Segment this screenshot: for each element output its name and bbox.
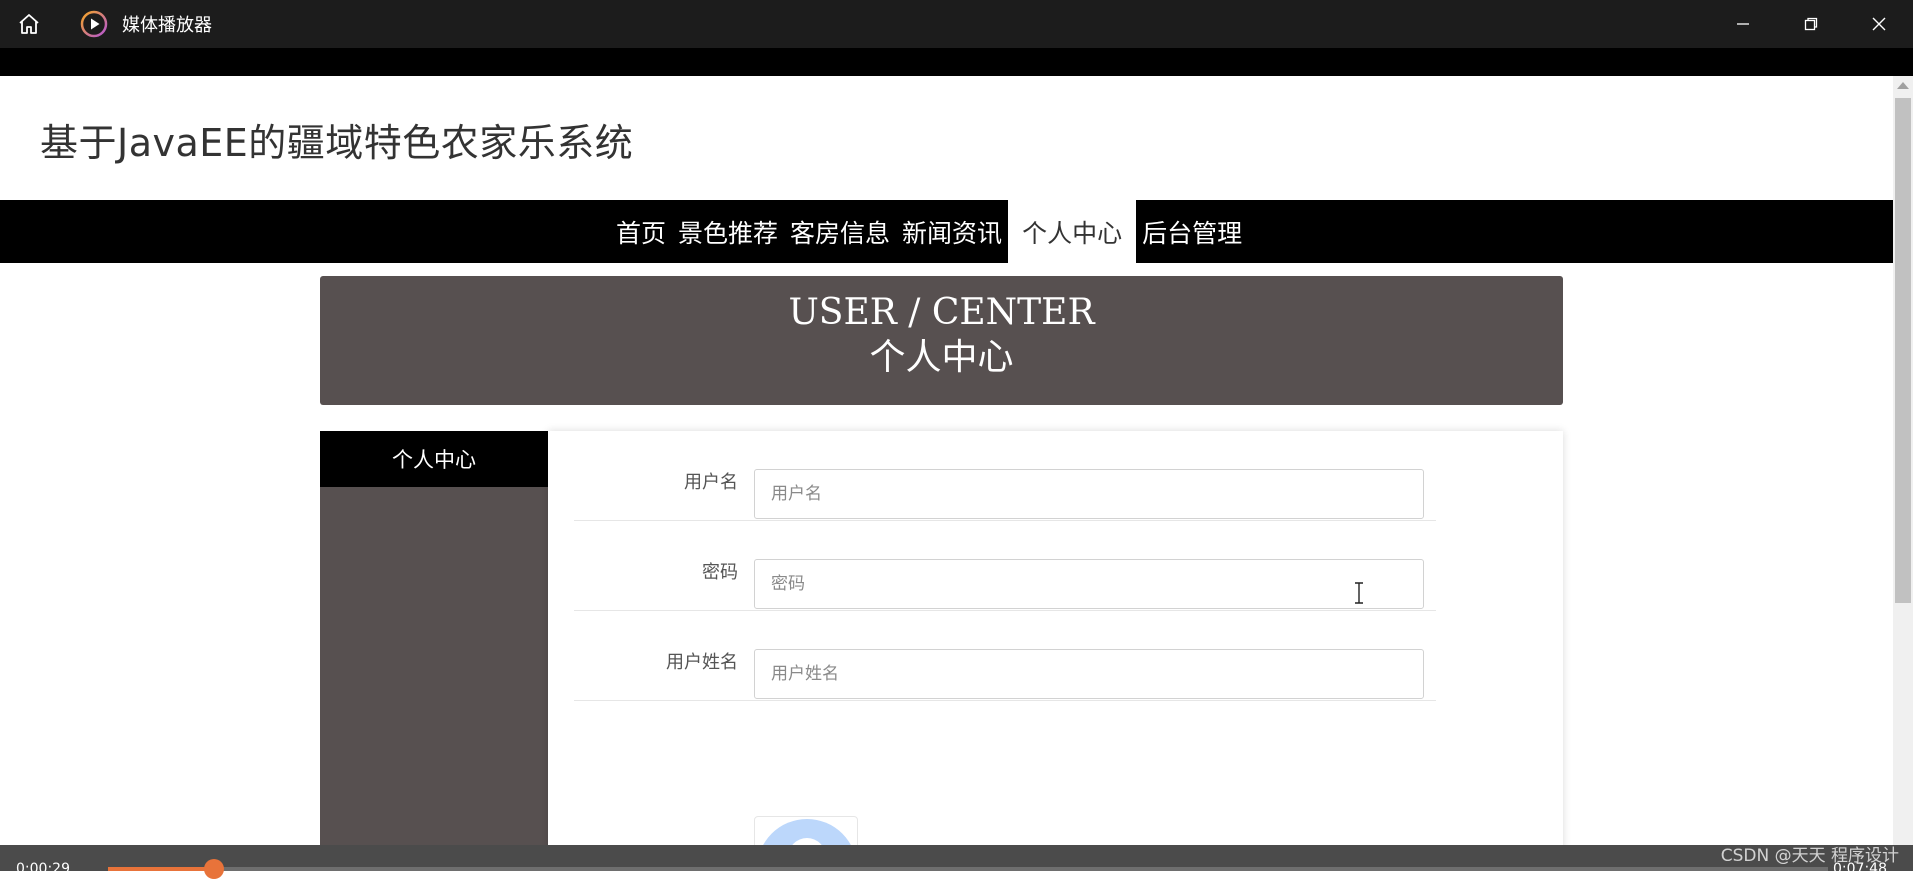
username-input[interactable] (754, 469, 1424, 519)
scrollbar-thumb[interactable] (1895, 98, 1911, 603)
nav-item-rooms[interactable]: 客房信息 (784, 200, 896, 263)
username-label: 用户名 (684, 472, 738, 493)
close-button[interactable] (1845, 0, 1913, 48)
app-title: 媒体播放器 (122, 15, 212, 36)
video-letterbox-top (0, 48, 1913, 76)
avatar-upload[interactable] (754, 816, 858, 845)
user-avatar-icon (763, 819, 851, 845)
nav-item-home[interactable]: 首页 (610, 200, 672, 263)
home-icon (19, 14, 39, 34)
seek-bar[interactable] (108, 859, 1828, 879)
watermark: CSDN @天天 程序设计 (1720, 846, 1899, 866)
page-banner: USER / CENTER 个人中心 (320, 276, 1563, 405)
fullname-input[interactable] (754, 649, 1424, 699)
close-icon (1872, 17, 1886, 31)
sidebar-item-user-center[interactable]: 个人中心 (320, 431, 548, 487)
fullname-label: 用户姓名 (666, 652, 738, 673)
main-navbar: 首页 景色推荐 客房信息 新闻资讯 个人中心 后台管理 (0, 200, 1893, 263)
minimize-icon (1737, 23, 1749, 25)
nav-items: 首页 景色推荐 客房信息 新闻资讯 个人中心 后台管理 (610, 200, 1248, 263)
media-player-titlebar: 媒体播放器 (0, 0, 1913, 48)
minimize-button[interactable] (1709, 0, 1777, 48)
play-circle-icon (80, 10, 108, 38)
seek-handle[interactable] (204, 859, 225, 879)
nav-item-user-center[interactable]: 个人中心 (1008, 200, 1137, 263)
nav-item-scenery[interactable]: 景色推荐 (672, 200, 784, 263)
restore-icon (1804, 17, 1818, 31)
nav-item-news[interactable]: 新闻资讯 (896, 200, 1008, 263)
window-controls (1709, 0, 1913, 48)
form-row-username: 用户名 (574, 431, 1436, 521)
user-sidebar: 个人中心 (320, 431, 548, 845)
media-controls: 0:00:29 0:07:48 (0, 845, 1913, 879)
text-cursor-icon (1355, 582, 1363, 604)
password-label: 密码 (702, 562, 738, 583)
password-input[interactable] (754, 559, 1424, 609)
banner-title-cn: 个人中心 (869, 337, 1014, 378)
nav-item-admin[interactable]: 后台管理 (1136, 200, 1248, 263)
web-page-viewport: 基于JavaEE的疆域特色农家乐系统 首页 景色推荐 客房信息 新闻资讯 个人中… (0, 76, 1893, 845)
elapsed-time: 0:00:29 (16, 861, 70, 877)
restore-button[interactable] (1777, 0, 1845, 48)
page-scrollbar[interactable] (1893, 76, 1913, 845)
site-title: 基于JavaEE的疆域特色农家乐系统 (40, 121, 634, 165)
home-button[interactable] (0, 0, 58, 48)
user-info-form: 用户名 密码 用户姓名 (548, 431, 1563, 845)
form-row-fullname: 用户姓名 (574, 611, 1436, 701)
form-row-password: 密码 (574, 521, 1436, 611)
seek-progress (108, 867, 215, 871)
banner-title-en: USER / CENTER (788, 292, 1095, 333)
scroll-up-icon[interactable] (1897, 82, 1909, 89)
